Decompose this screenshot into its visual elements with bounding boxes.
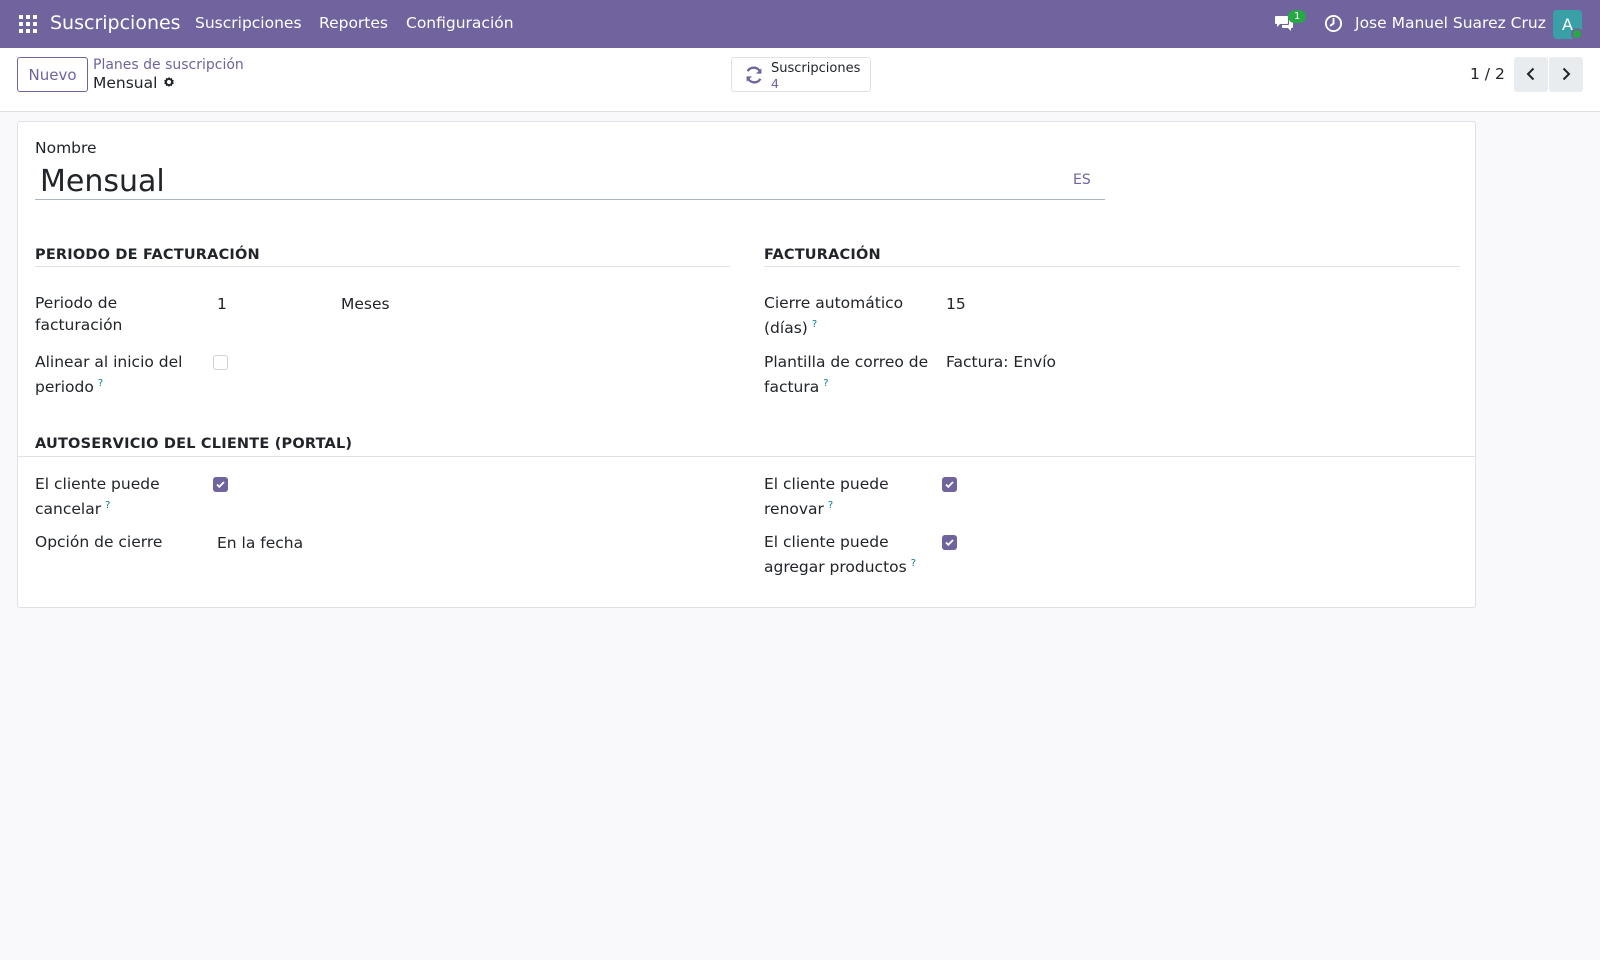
online-status-dot: [1571, 28, 1583, 40]
subscriptions-smart-button[interactable]: Suscripciones 4: [731, 57, 871, 92]
chevron-left-icon: [1526, 67, 1535, 81]
billing-period-unit-select[interactable]: Meses: [341, 295, 390, 313]
customer-can-renew-checkbox[interactable]: [942, 477, 957, 492]
menu-reportes[interactable]: Reportes: [319, 14, 388, 32]
billing-period-separator: [35, 266, 730, 267]
help-tooltip-icon[interactable]: ?: [828, 500, 833, 511]
breadcrumb-current: Mensual: [93, 74, 158, 92]
help-tooltip-icon[interactable]: ?: [98, 378, 103, 389]
invoice-mail-template-label: Plantilla de correo de factura?: [764, 353, 929, 397]
smart-button-label: Suscripciones: [771, 61, 861, 76]
checkmark-icon: [945, 539, 954, 547]
align-start-label: Alinear al inicio del periodo?: [35, 353, 183, 397]
portal-section-title: AUTOSERVICIO DEL CLIENTE (PORTAL): [35, 436, 353, 452]
billing-section-title: FACTURACIÓN: [764, 247, 881, 263]
help-tooltip-icon[interactable]: ?: [911, 558, 916, 569]
apps-grid-icon[interactable]: [19, 15, 37, 33]
refresh-icon: [746, 66, 762, 84]
gear-icon[interactable]: [162, 75, 176, 89]
top-navbar: Suscripciones Suscripciones Reportes Con…: [0, 0, 1600, 48]
billing-period-value-input[interactable]: 1: [217, 295, 227, 313]
customer-can-cancel-checkbox[interactable]: [213, 477, 228, 492]
pager-previous-button[interactable]: [1514, 57, 1548, 92]
breadcrumb-parent[interactable]: Planes de suscripción: [93, 57, 244, 73]
user-menu-name[interactable]: Jose Manuel Suarez Cruz: [1355, 14, 1546, 32]
auto-close-label: Cierre automático (días)?: [764, 294, 904, 338]
billing-separator: [764, 266, 1460, 267]
billing-period-label: Periodo de facturación: [35, 294, 123, 334]
name-value[interactable]: Mensual: [40, 164, 165, 199]
customer-can-add-products-checkbox[interactable]: [942, 535, 957, 550]
checkmark-icon: [945, 481, 954, 489]
invoice-mail-template-select[interactable]: Factura: Envío: [946, 353, 1056, 371]
messages-badge: 1: [1288, 10, 1307, 23]
chevron-right-icon: [1562, 67, 1571, 81]
name-input[interactable]: [35, 158, 1105, 200]
app-brand[interactable]: Suscripciones: [50, 12, 181, 34]
menu-suscripciones[interactable]: Suscripciones: [195, 14, 302, 32]
language-button[interactable]: ES: [1073, 172, 1091, 188]
clock-icon[interactable]: [1324, 14, 1343, 33]
billing-period-section-title: PERIODO DE FACTURACIÓN: [35, 247, 260, 263]
customer-can-add-products-label: El cliente puede agregar productos?: [764, 533, 917, 577]
customer-can-renew-label: El cliente puede renovar?: [764, 475, 889, 519]
form-sheet: Nombre Mensual ES PERIODO DE FACTURACIÓN…: [17, 121, 1476, 608]
control-panel: Nuevo Planes de suscripción Mensual Susc…: [0, 48, 1600, 112]
pager-next-button[interactable]: [1549, 57, 1583, 92]
closing-option-select[interactable]: En la fecha: [217, 534, 303, 552]
customer-can-cancel-label: El cliente puede cancelar?: [35, 475, 160, 519]
help-tooltip-icon[interactable]: ?: [823, 378, 828, 389]
menu-configuracion[interactable]: Configuración: [406, 14, 514, 32]
auto-close-input[interactable]: 15: [946, 295, 966, 313]
pager-value[interactable]: 1 / 2: [1470, 65, 1505, 83]
name-label: Nombre: [35, 139, 97, 157]
new-button[interactable]: Nuevo: [17, 57, 88, 92]
smart-button-count: 4: [771, 76, 779, 91]
checkmark-icon: [216, 481, 225, 489]
align-start-checkbox[interactable]: [213, 355, 228, 370]
portal-separator: [18, 456, 1475, 457]
help-tooltip-icon[interactable]: ?: [105, 500, 110, 511]
closing-option-label: Opción de cierre: [35, 533, 163, 551]
help-tooltip-icon[interactable]: ?: [812, 319, 817, 330]
